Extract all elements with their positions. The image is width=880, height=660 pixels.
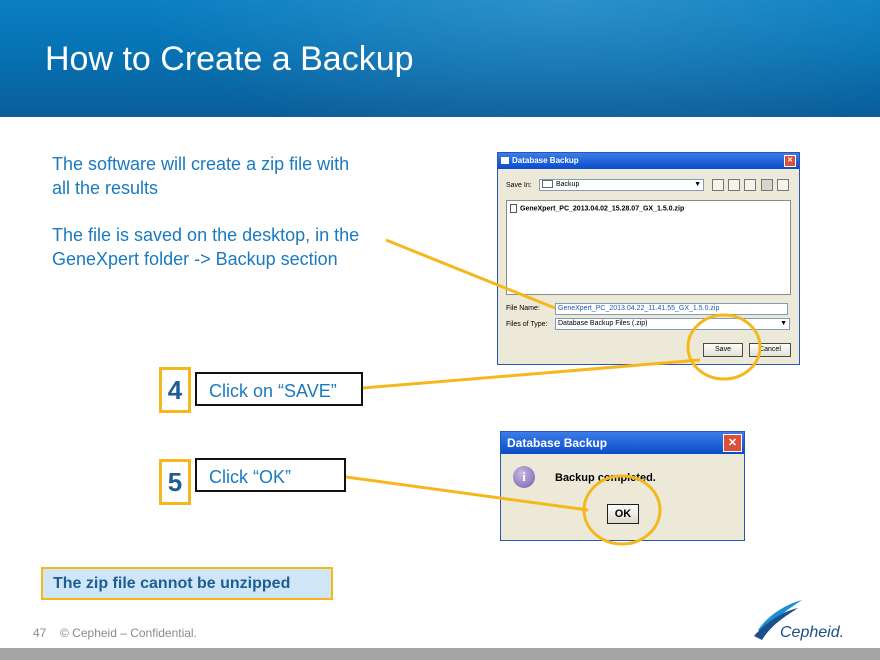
warning-note: The zip file cannot be unzipped: [41, 567, 333, 600]
callout-circle-save: [686, 313, 762, 381]
callout-line-save: [362, 358, 701, 390]
footer-copyright: © Cepheid – Confidential.: [60, 626, 197, 640]
callout-overlay: [345, 238, 762, 546]
page-number: 47: [33, 626, 47, 640]
callout-line-filename: [385, 238, 556, 310]
callout-line-ok: [345, 475, 589, 512]
warning-text: The zip file cannot be unzipped: [43, 569, 331, 598]
bottom-bar: [0, 648, 880, 660]
logo-wordmark: Cepheid.: [780, 624, 845, 641]
callout-circle-ok: [582, 474, 662, 546]
